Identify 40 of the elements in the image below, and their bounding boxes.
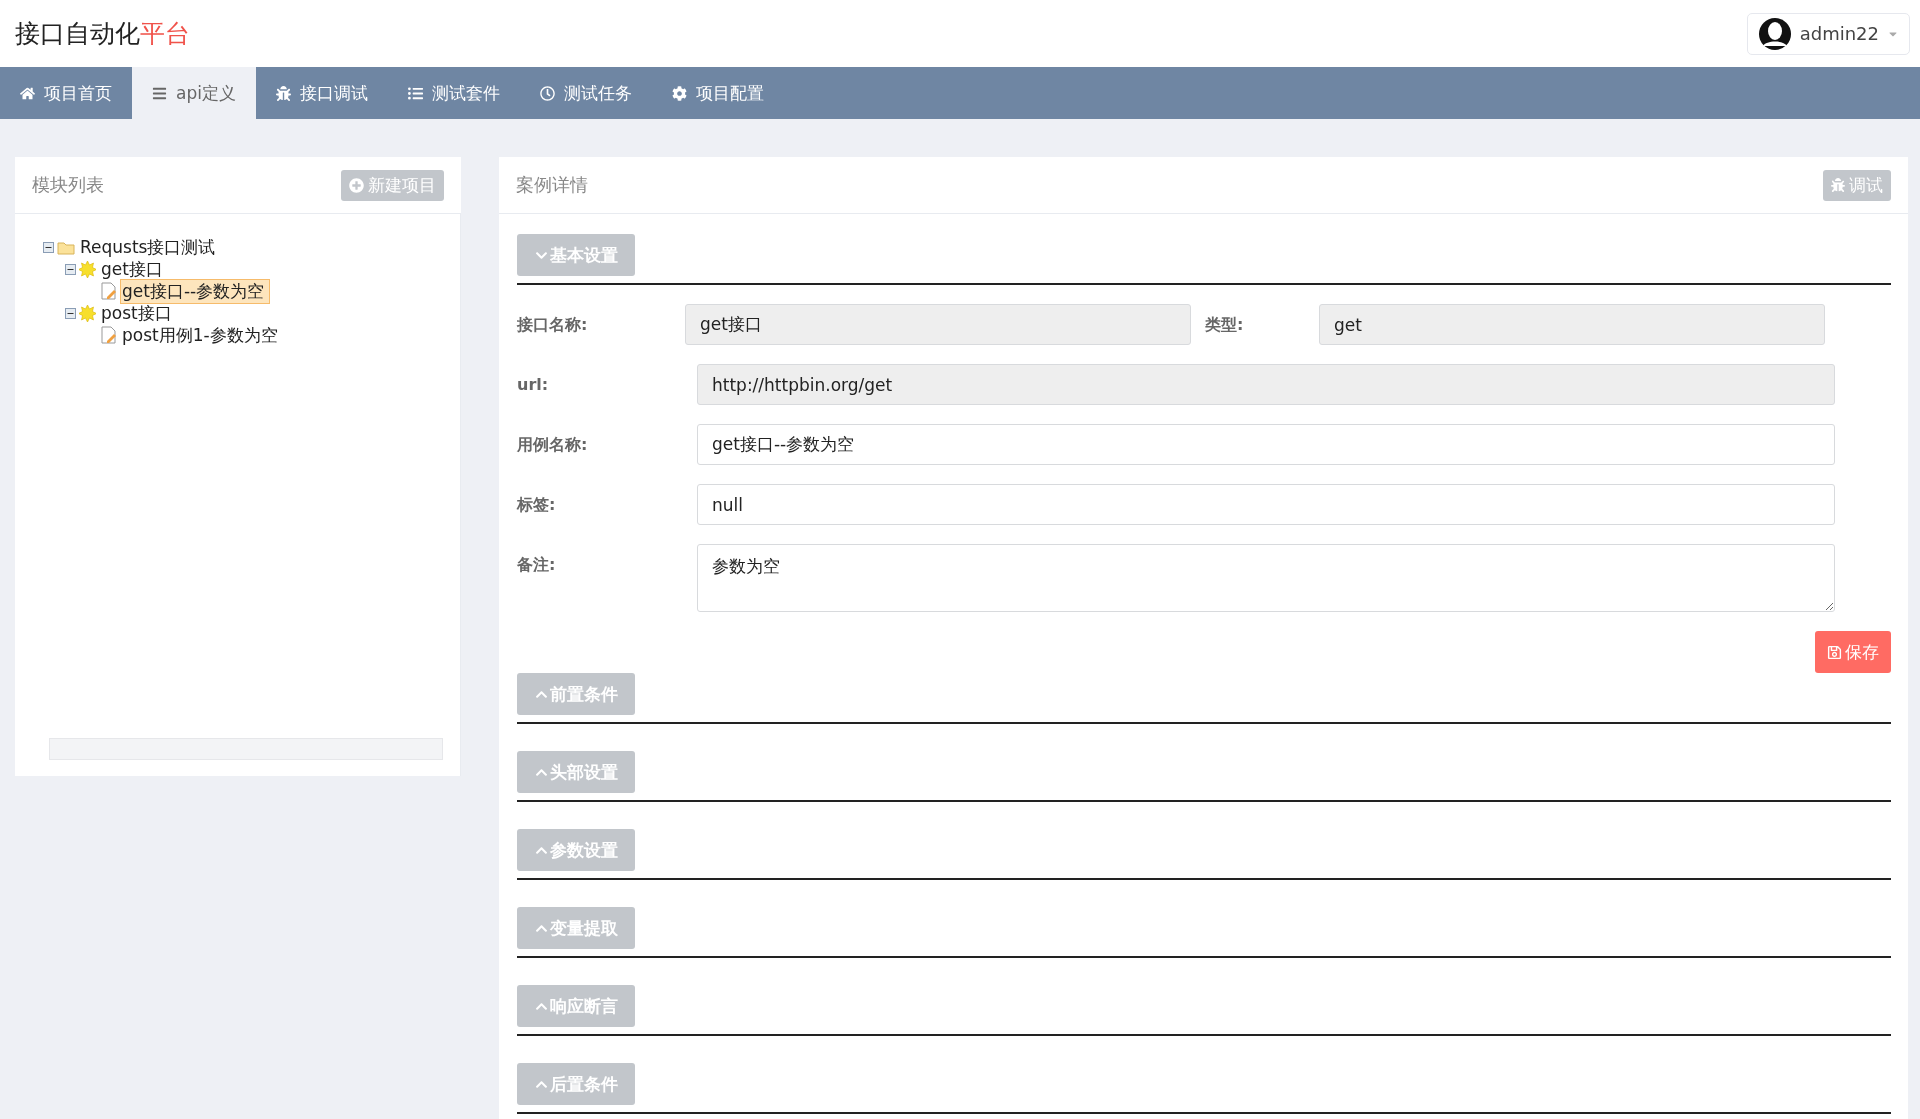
panel-title: 模块列表 <box>32 173 104 197</box>
text-area[interactable]: 参数为空 <box>697 544 1835 612</box>
nav-tab[interactable]: 项目配置 <box>651 67 784 119</box>
field-label: 用例名称: <box>517 434 589 456</box>
field-label: 接口名称: <box>517 314 589 336</box>
document-pencil-icon <box>101 282 117 300</box>
plus-icon <box>349 177 364 193</box>
user-menu[interactable]: admin22 <box>1746 12 1910 55</box>
list-icon <box>407 85 423 101</box>
avatar-icon <box>1757 16 1792 51</box>
nav-tab[interactable]: 测试套件 <box>387 67 520 119</box>
field-label: 类型: <box>1205 314 1245 336</box>
collapse-icon[interactable] <box>65 263 76 275</box>
clock-icon <box>539 85 555 101</box>
gear-icon <box>671 85 687 101</box>
save-icon <box>1827 644 1842 660</box>
nav-tab[interactable]: 测试任务 <box>519 67 652 119</box>
save-button[interactable]: 保存 <box>1815 631 1891 673</box>
bug-icon <box>1831 178 1845 192</box>
input-field[interactable]: null <box>697 484 1835 525</box>
horizontal-scrollbar[interactable] <box>49 738 443 760</box>
input-field[interactable]: get接口--参数为空 <box>697 424 1835 465</box>
menu-icon <box>152 85 167 101</box>
tree-node[interactable]: get接口--参数为空 <box>120 278 271 304</box>
collapse-icon[interactable] <box>65 307 76 319</box>
nav-tab[interactable]: 接口调试 <box>255 67 388 119</box>
collapse-icon[interactable] <box>43 241 54 253</box>
document-pencil-icon <box>101 326 117 344</box>
field-label: url: <box>517 374 550 394</box>
app-title: 接口自动化平台 <box>15 18 190 50</box>
sun-icon <box>79 260 96 278</box>
home-icon <box>20 85 35 101</box>
bug-icon <box>275 85 291 101</box>
panel-title: 案例详情 <box>516 173 588 197</box>
field-label: 备注: <box>517 554 557 576</box>
nav-tab[interactable]: api定义 <box>132 67 256 119</box>
folder-icon <box>57 239 75 255</box>
nav-tab[interactable]: 项目首页 <box>0 67 132 119</box>
sun-icon <box>79 304 96 322</box>
field-label: 标签: <box>517 494 557 516</box>
